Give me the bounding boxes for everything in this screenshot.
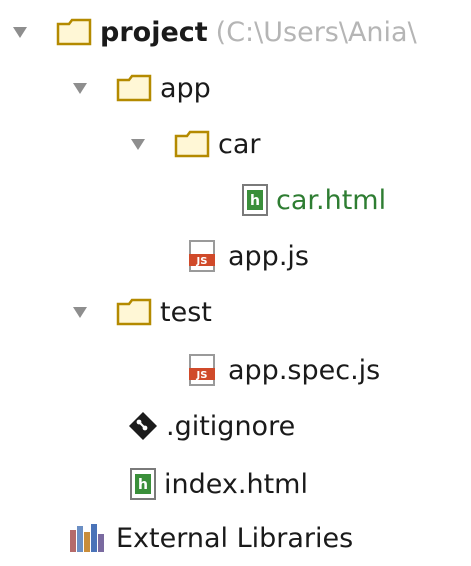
tree-node-external-libraries[interactable]: External Libraries bbox=[68, 510, 353, 566]
tree-node-gitignore[interactable]: .gitignore bbox=[128, 398, 295, 454]
tree-node-car[interactable]: car bbox=[128, 116, 261, 172]
project-path: (C:\Users\Ania\ bbox=[215, 16, 417, 48]
tree-node-app-js[interactable]: JS app.js bbox=[188, 228, 309, 284]
tree-node-car-html[interactable]: h car.html bbox=[242, 172, 386, 228]
svg-text:JS: JS bbox=[196, 256, 208, 267]
folder-icon bbox=[116, 298, 152, 326]
js-file-icon: JS bbox=[188, 354, 220, 386]
folder-icon bbox=[116, 74, 152, 102]
project-label: project bbox=[100, 16, 208, 48]
tree-node-index-html[interactable]: h index.html bbox=[130, 456, 308, 512]
git-diamond-icon bbox=[128, 411, 158, 441]
library-books-icon bbox=[68, 522, 108, 554]
svg-text:h: h bbox=[138, 477, 148, 493]
triangle-down-icon[interactable] bbox=[128, 134, 148, 154]
tree-node-app[interactable]: app bbox=[70, 60, 211, 116]
js-file-icon: JS bbox=[188, 240, 220, 272]
external-libraries-label: External Libraries bbox=[116, 522, 354, 554]
folder-icon bbox=[56, 18, 92, 46]
html-file-icon: h bbox=[242, 184, 268, 216]
file-label-car-html: car.html bbox=[276, 184, 387, 216]
svg-text:JS: JS bbox=[196, 370, 208, 381]
file-label-app-js: app.js bbox=[228, 240, 309, 272]
triangle-down-icon[interactable] bbox=[70, 302, 90, 322]
tree-node-test[interactable]: test bbox=[70, 284, 212, 340]
project-tree: project (C:\Users\Ania\ app car h car.ht… bbox=[0, 0, 471, 556]
tree-node-app-spec-js[interactable]: JS app.spec.js bbox=[188, 342, 380, 398]
folder-label-test: test bbox=[160, 296, 212, 328]
folder-label-car: car bbox=[218, 128, 261, 160]
triangle-down-icon[interactable] bbox=[70, 78, 90, 98]
tree-node-project[interactable]: project (C:\Users\Ania\ bbox=[10, 4, 417, 60]
svg-text:h: h bbox=[250, 193, 260, 209]
file-label-app-spec-js: app.spec.js bbox=[228, 354, 381, 386]
triangle-down-icon[interactable] bbox=[10, 22, 30, 42]
file-label-gitignore: .gitignore bbox=[166, 410, 296, 442]
file-label-index-html: index.html bbox=[164, 468, 308, 500]
html-file-icon: h bbox=[130, 468, 156, 500]
folder-icon bbox=[174, 130, 210, 158]
folder-label-app: app bbox=[160, 72, 211, 104]
